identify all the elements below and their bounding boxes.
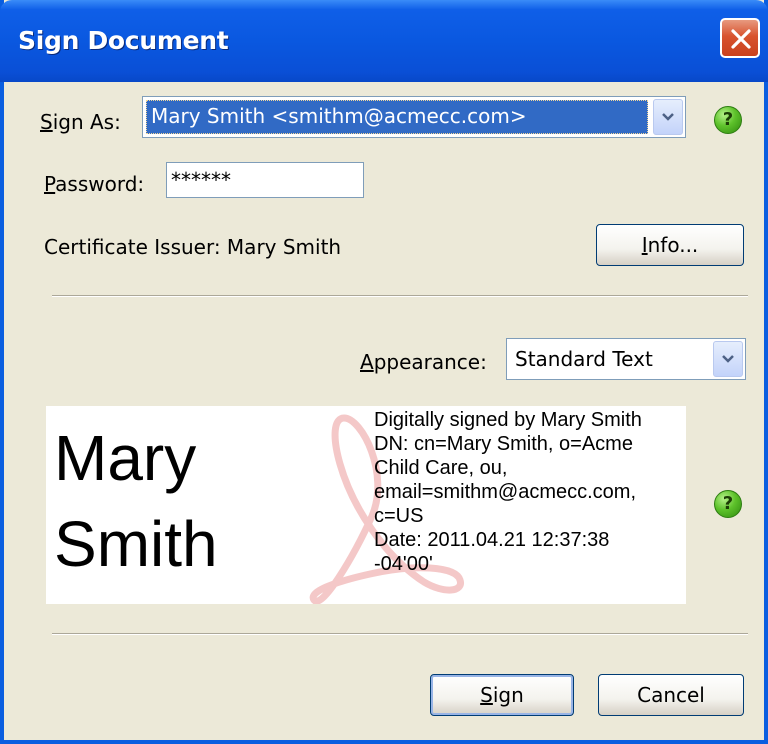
cancel-button[interactable]: Cancel	[598, 674, 744, 716]
help-icon[interactable]: ?	[714, 106, 742, 134]
signature-name-line1: Mary	[54, 422, 197, 494]
sign-as-value: Mary Smith <smithm@acmecc.com>	[151, 104, 527, 128]
detail-line: Child Care, ou,	[374, 457, 508, 479]
detail-line: -04'00'	[374, 553, 433, 575]
chevron-down-icon	[662, 113, 674, 121]
dialog-title: Sign Document	[18, 26, 229, 55]
chevron-down-icon	[722, 355, 734, 363]
signature-details: Digitally signed by Mary Smith DN: cn=Ma…	[374, 408, 686, 576]
detail-line: DN: cn=Mary Smith, o=Acme	[374, 433, 633, 455]
appearance-select[interactable]: Standard Text	[506, 338, 746, 380]
sign-as-label: Sign As:	[40, 110, 121, 134]
appearance-value: Standard Text	[515, 347, 653, 371]
password-field[interactable]: ******	[166, 162, 364, 198]
divider-bottom	[52, 633, 748, 635]
close-icon	[731, 29, 751, 49]
detail-line: email=smithm@acmecc.com,	[374, 481, 637, 503]
sign-as-select[interactable]: Mary Smith <smithm@acmecc.com>	[142, 96, 686, 138]
detail-line: c=US	[374, 505, 424, 527]
signature-preview: Mary Smith Digitally signed by Mary Smit…	[46, 406, 686, 604]
close-button[interactable]	[720, 18, 760, 58]
title-bar[interactable]: Sign Document	[0, 0, 768, 82]
appearance-label: Appearance:	[360, 350, 487, 374]
divider-top	[52, 295, 748, 297]
detail-line: Digitally signed by Mary Smith	[374, 409, 642, 431]
signature-name-line2: Smith	[54, 508, 218, 580]
appearance-dropdown-button[interactable]	[713, 341, 743, 377]
info-button[interactable]: Info...	[596, 224, 744, 266]
sign-button[interactable]: Sign	[430, 674, 574, 716]
password-label: Password:	[44, 172, 145, 196]
sign-document-dialog: Sign Document Sign As: Mary Smith <smith…	[0, 0, 768, 744]
password-value: ******	[171, 168, 231, 192]
help-icon[interactable]: ?	[714, 490, 742, 518]
certificate-issuer: Certificate Issuer: Mary Smith	[44, 235, 342, 259]
sign-as-dropdown-button[interactable]	[653, 99, 683, 135]
detail-line: Date: 2011.04.21 12:37:38	[374, 529, 610, 551]
